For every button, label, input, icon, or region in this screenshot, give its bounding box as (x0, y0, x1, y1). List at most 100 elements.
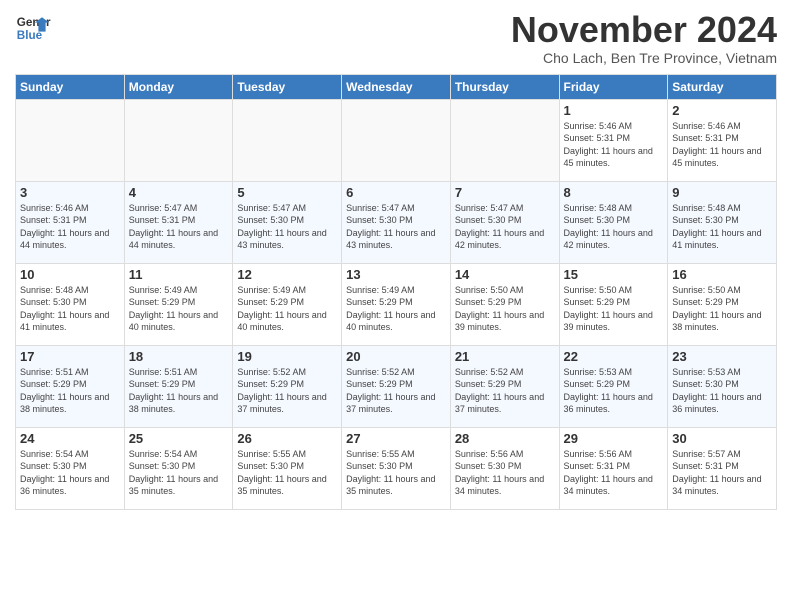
day-cell: 29Sunrise: 5:56 AMSunset: 5:31 PMDayligh… (559, 427, 668, 509)
day-info: Sunrise: 5:52 AMSunset: 5:29 PMDaylight:… (346, 366, 446, 416)
day-info: Sunrise: 5:48 AMSunset: 5:30 PMDaylight:… (564, 202, 664, 252)
day-cell (233, 99, 342, 181)
week-row-2: 3 Sunrise: 5:46 AMSunset: 5:31 PMDaylight… (16, 181, 777, 263)
day-cell: 3 Sunrise: 5:46 AMSunset: 5:31 PMDaylight… (16, 181, 125, 263)
day-number: 6 (346, 185, 446, 200)
day-number: 10 (20, 267, 120, 282)
day-info: Sunrise: 5:47 AMSunset: 5:31 PMDaylight:… (129, 202, 229, 252)
day-number: 21 (455, 349, 555, 364)
day-info: Sunrise: 5:47 AMSunset: 5:30 PMDaylight:… (455, 202, 555, 252)
week-row-1: 1 Sunrise: 5:46 AMSunset: 5:31 PMDaylight… (16, 99, 777, 181)
day-cell: 17Sunrise: 5:51 AMSunset: 5:29 PMDayligh… (16, 345, 125, 427)
day-info: Sunrise: 5:50 AMSunset: 5:29 PMDaylight:… (672, 284, 772, 334)
day-info: Sunrise: 5:55 AMSunset: 5:30 PMDaylight:… (237, 448, 337, 498)
svg-text:General: General (17, 16, 51, 29)
day-info: Sunrise: 5:54 AMSunset: 5:30 PMDaylight:… (129, 448, 229, 498)
day-cell: 7 Sunrise: 5:47 AMSunset: 5:30 PMDaylight… (450, 181, 559, 263)
day-number: 27 (346, 431, 446, 446)
day-info: Sunrise: 5:51 AMSunset: 5:29 PMDaylight:… (129, 366, 229, 416)
day-info: Sunrise: 5:50 AMSunset: 5:29 PMDaylight:… (564, 284, 664, 334)
day-number: 26 (237, 431, 337, 446)
day-cell: 27 Sunrise: 5:55 AMSunset: 5:30 PMDayligh… (342, 427, 451, 509)
day-cell: 20 Sunrise: 5:52 AMSunset: 5:29 PMDayligh… (342, 345, 451, 427)
day-info: Sunrise: 5:48 AMSunset: 5:30 PMDaylight:… (672, 202, 772, 252)
logo-icon: General Blue (15, 10, 51, 46)
day-number: 28 (455, 431, 555, 446)
calendar-table: SundayMondayTuesdayWednesdayThursdayFrid… (15, 74, 777, 510)
day-cell: 10 Sunrise: 5:48 AMSunset: 5:30 PMDayligh… (16, 263, 125, 345)
day-cell: 19Sunrise: 5:52 AMSunset: 5:29 PMDayligh… (233, 345, 342, 427)
day-number: 12 (237, 267, 337, 282)
day-number: 30 (672, 431, 772, 446)
col-header-thursday: Thursday (450, 74, 559, 99)
day-info: Sunrise: 5:49 AMSunset: 5:29 PMDaylight:… (129, 284, 229, 334)
page-header: General Blue November 2024 Cho Lach, Ben… (15, 10, 777, 66)
day-number: 17 (20, 349, 120, 364)
day-cell: 15 Sunrise: 5:50 AMSunset: 5:29 PMDayligh… (559, 263, 668, 345)
day-info: Sunrise: 5:48 AMSunset: 5:30 PMDaylight:… (20, 284, 120, 334)
col-header-tuesday: Tuesday (233, 74, 342, 99)
day-info: Sunrise: 5:55 AMSunset: 5:30 PMDaylight:… (346, 448, 446, 498)
day-info: Sunrise: 5:53 AMSunset: 5:29 PMDaylight:… (564, 366, 664, 416)
day-number: 1 (564, 103, 664, 118)
day-number: 13 (346, 267, 446, 282)
day-cell: 26 Sunrise: 5:55 AMSunset: 5:30 PMDayligh… (233, 427, 342, 509)
day-number: 4 (129, 185, 229, 200)
title-block: November 2024 Cho Lach, Ben Tre Province… (511, 10, 777, 66)
day-info: Sunrise: 5:47 AMSunset: 5:30 PMDaylight:… (237, 202, 337, 252)
day-cell: 16 Sunrise: 5:50 AMSunset: 5:29 PMDayligh… (668, 263, 777, 345)
day-info: Sunrise: 5:49 AMSunset: 5:29 PMDaylight:… (237, 284, 337, 334)
day-number: 15 (564, 267, 664, 282)
month-title: November 2024 (511, 10, 777, 50)
day-cell: 21 Sunrise: 5:52 AMSunset: 5:29 PMDayligh… (450, 345, 559, 427)
day-cell: 2Sunrise: 5:46 AMSunset: 5:31 PMDaylight… (668, 99, 777, 181)
day-cell: 12 Sunrise: 5:49 AMSunset: 5:29 PMDayligh… (233, 263, 342, 345)
day-cell: 24 Sunrise: 5:54 AMSunset: 5:30 PMDayligh… (16, 427, 125, 509)
day-cell (450, 99, 559, 181)
day-number: 5 (237, 185, 337, 200)
day-cell: 6 Sunrise: 5:47 AMSunset: 5:30 PMDaylight… (342, 181, 451, 263)
day-number: 9 (672, 185, 772, 200)
day-info: Sunrise: 5:54 AMSunset: 5:30 PMDaylight:… (20, 448, 120, 498)
day-number: 7 (455, 185, 555, 200)
day-cell: 9 Sunrise: 5:48 AMSunset: 5:30 PMDaylight… (668, 181, 777, 263)
day-info: Sunrise: 5:47 AMSunset: 5:30 PMDaylight:… (346, 202, 446, 252)
location: Cho Lach, Ben Tre Province, Vietnam (511, 50, 777, 66)
day-cell: 23 Sunrise: 5:53 AMSunset: 5:30 PMDayligh… (668, 345, 777, 427)
day-number: 16 (672, 267, 772, 282)
day-info: Sunrise: 5:46 AMSunset: 5:31 PMDaylight:… (20, 202, 120, 252)
day-number: 8 (564, 185, 664, 200)
day-number: 20 (346, 349, 446, 364)
day-cell: 1 Sunrise: 5:46 AMSunset: 5:31 PMDaylight… (559, 99, 668, 181)
day-number: 23 (672, 349, 772, 364)
day-info: Sunrise: 5:52 AMSunset: 5:29 PMDaylight:… (455, 366, 555, 416)
col-header-monday: Monday (124, 74, 233, 99)
day-number: 22 (564, 349, 664, 364)
day-number: 11 (129, 267, 229, 282)
col-header-friday: Friday (559, 74, 668, 99)
day-number: 14 (455, 267, 555, 282)
day-number: 19 (237, 349, 337, 364)
day-number: 18 (129, 349, 229, 364)
day-cell: 14 Sunrise: 5:50 AMSunset: 5:29 PMDayligh… (450, 263, 559, 345)
day-info: Sunrise: 5:53 AMSunset: 5:30 PMDaylight:… (672, 366, 772, 416)
day-cell: 13 Sunrise: 5:49 AMSunset: 5:29 PMDayligh… (342, 263, 451, 345)
day-cell (16, 99, 125, 181)
day-info: Sunrise: 5:46 AMSunset: 5:31 PMDaylight:… (564, 120, 664, 170)
day-info: Sunrise: 5:46 AMSunset: 5:31 PMDaylight:… (672, 120, 772, 170)
day-number: 29 (564, 431, 664, 446)
day-cell (124, 99, 233, 181)
col-header-wednesday: Wednesday (342, 74, 451, 99)
week-row-3: 10 Sunrise: 5:48 AMSunset: 5:30 PMDayligh… (16, 263, 777, 345)
week-row-5: 24 Sunrise: 5:54 AMSunset: 5:30 PMDayligh… (16, 427, 777, 509)
calendar-header-row: SundayMondayTuesdayWednesdayThursdayFrid… (16, 74, 777, 99)
day-cell: 18 Sunrise: 5:51 AMSunset: 5:29 PMDayligh… (124, 345, 233, 427)
day-cell: 5 Sunrise: 5:47 AMSunset: 5:30 PMDaylight… (233, 181, 342, 263)
day-cell: 28Sunrise: 5:56 AMSunset: 5:30 PMDayligh… (450, 427, 559, 509)
day-number: 3 (20, 185, 120, 200)
day-info: Sunrise: 5:49 AMSunset: 5:29 PMDaylight:… (346, 284, 446, 334)
day-cell: 4 Sunrise: 5:47 AMSunset: 5:31 PMDaylight… (124, 181, 233, 263)
day-info: Sunrise: 5:50 AMSunset: 5:29 PMDaylight:… (455, 284, 555, 334)
day-number: 24 (20, 431, 120, 446)
day-cell: 30Sunrise: 5:57 AMSunset: 5:31 PMDayligh… (668, 427, 777, 509)
